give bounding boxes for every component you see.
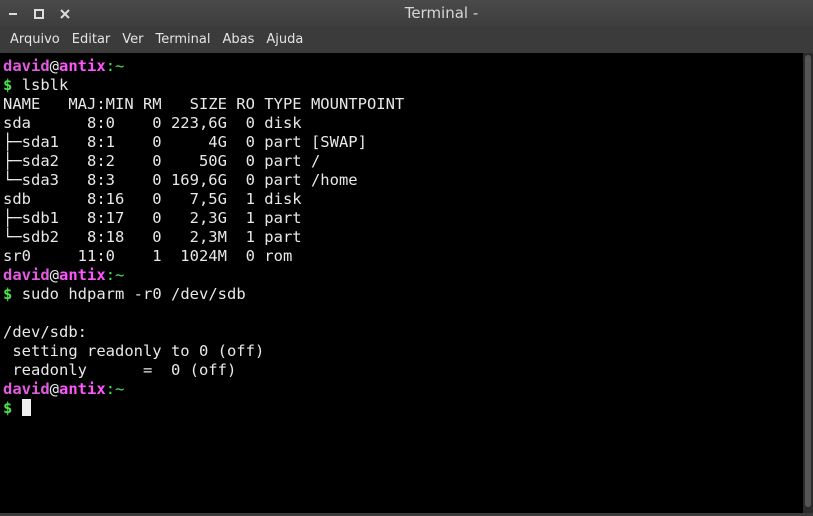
- menu-ajuda[interactable]: Ajuda: [260, 27, 309, 52]
- prompt-host: antix: [59, 57, 106, 75]
- menu-ver[interactable]: Ver: [116, 27, 149, 52]
- output-line: /dev/sdb:: [3, 323, 87, 341]
- prompt-path: :~: [105, 57, 125, 75]
- vertical-scrollbar[interactable]: [803, 53, 813, 513]
- output-line: readonly = 0 (off): [3, 361, 237, 379]
- prompt-line: david@antix:~: [3, 380, 803, 399]
- window-title: Terminal -: [404, 4, 479, 22]
- menu-abas[interactable]: Abas: [216, 27, 260, 52]
- output-line: NAME MAJ:MIN RM SIZE RO TYPE MOUNTPOINT: [3, 95, 405, 113]
- command-line: $ sudo hdparm -r0 /dev/sdb: [3, 285, 803, 304]
- prompt-host: antix: [59, 266, 106, 284]
- terminal-area[interactable]: david@antix:~ $ lsblk NAME MAJ:MIN RM SIZE…: [0, 53, 803, 513]
- scrollbar-thumb[interactable]: [805, 55, 811, 507]
- title-bar[interactable]: Terminal -: [0, 0, 813, 27]
- menu-arquivo[interactable]: Arquivo: [0, 27, 66, 52]
- output-line: ├─sdb1 8:17 0 2,3G 1 part: [3, 209, 311, 227]
- command-line: $: [3, 399, 803, 418]
- text-cursor: [21, 399, 31, 416]
- command-text: sudo hdparm -r0 /dev/sdb: [21, 285, 246, 303]
- output-line: sdb 8:16 0 7,5G 1 disk: [3, 190, 311, 208]
- prompt-line: david@antix:~: [3, 57, 803, 76]
- prompt-user: david: [3, 57, 50, 75]
- output-line: ├─sda2 8:2 0 50G 0 part /: [3, 152, 321, 170]
- prompt-path: :~: [105, 380, 125, 398]
- prompt-at: @: [49, 380, 60, 398]
- terminal-window: Terminal - Arquivo Editar Ver Terminal A…: [0, 0, 813, 516]
- output-line: sr0 11:0 1 1024M 0 rom: [3, 247, 311, 265]
- prompt-symbol: $: [3, 76, 13, 94]
- output-line: ├─sda1 8:1 0 4G 0 part [SWAP]: [3, 133, 367, 151]
- command-text: lsblk: [21, 76, 69, 94]
- menu-editar[interactable]: Editar: [66, 27, 117, 52]
- output-line: setting readonly to 0 (off): [3, 342, 265, 360]
- menu-bar: Arquivo Editar Ver Terminal Abas Ajuda: [0, 27, 813, 52]
- prompt-at: @: [49, 57, 60, 75]
- prompt-symbol: $: [3, 399, 13, 417]
- prompt-user: david: [3, 266, 50, 284]
- output-line: sda 8:0 0 223,6G 0 disk: [3, 114, 311, 132]
- prompt-path: :~: [105, 266, 125, 284]
- prompt-line: david@antix:~: [3, 266, 803, 285]
- terminal-screen: david@antix:~ $ lsblk NAME MAJ:MIN RM SIZE…: [0, 53, 803, 418]
- prompt-symbol: $: [3, 285, 13, 303]
- prompt-at: @: [49, 266, 60, 284]
- output-line: └─sda3 8:3 0 169,6G 0 part /home: [3, 171, 358, 189]
- prompt-host: antix: [59, 380, 106, 398]
- prompt-user: david: [3, 380, 50, 398]
- menu-terminal[interactable]: Terminal: [150, 27, 217, 52]
- command-line: $ lsblk: [3, 76, 803, 95]
- output-line: └─sdb2 8:18 0 2,3M 1 part: [3, 228, 311, 246]
